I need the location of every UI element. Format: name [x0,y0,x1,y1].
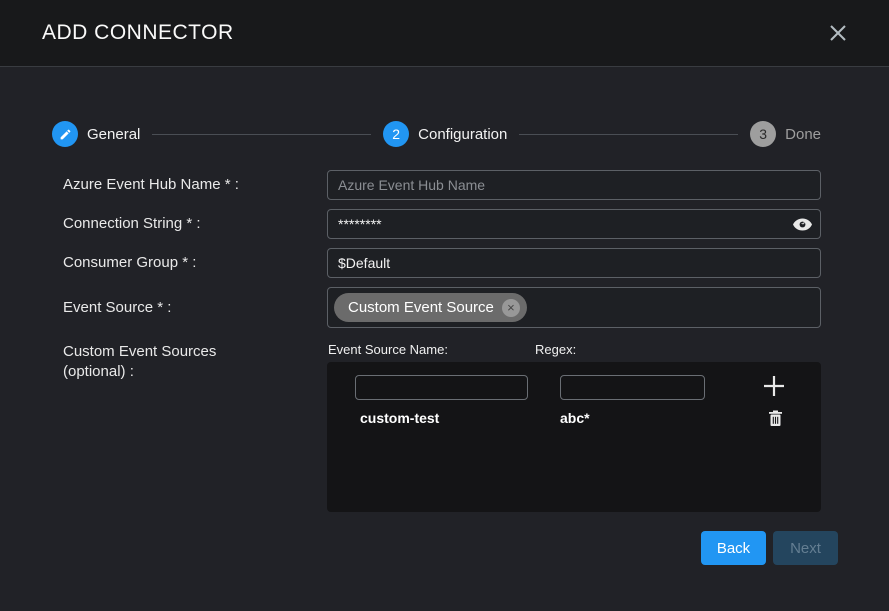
pencil-icon [52,121,78,147]
dialog-footer: Back Next [0,531,838,565]
connection-string-row: Connection String * : [63,209,821,239]
stepper-connector [519,134,738,135]
consumer-group-label: Consumer Group * : [63,253,327,273]
azure-event-hub-name-label: Azure Event Hub Name * : [63,175,327,195]
custom-event-sources-section: Event Source Name: Regex: custom-test ab… [327,342,821,512]
close-icon[interactable] [825,20,851,46]
event-source-label: Event Source * : [63,298,327,318]
step-2-badge: 2 [383,121,409,147]
trash-icon[interactable] [764,407,786,429]
consumer-group-input[interactable] [327,248,821,278]
custom-event-sources-column-headers: Event Source Name: Regex: [327,342,821,357]
new-regex-input[interactable] [560,375,705,400]
step-configuration[interactable]: 2 Configuration [383,121,507,147]
consumer-group-row: Consumer Group * : [63,248,821,278]
add-connector-dialog: ADD CONNECTOR General 2 Configuration 3 [0,0,889,611]
stepper-connector [152,134,371,135]
step-done-label: Done [785,126,821,143]
step-configuration-label: Configuration [418,126,507,143]
event-source-row: Event Source * : Custom Event Source × [63,287,821,328]
chip-remove-icon[interactable]: × [502,299,520,317]
event-source-chip: Custom Event Source × [334,293,527,322]
custom-event-source-regex-value: abc* [560,410,590,426]
wizard-stepper: General 2 Configuration 3 Done [52,121,821,147]
dialog-header: ADD CONNECTOR [0,0,889,67]
step-done: 3 Done [750,121,821,147]
azure-event-hub-name-row: Azure Event Hub Name * : [63,170,821,200]
regex-column-label: Regex: [535,342,576,357]
event-source-chip-label: Custom Event Source [348,299,494,316]
step-general[interactable]: General [52,121,140,147]
azure-event-hub-name-input[interactable] [327,170,821,200]
custom-event-sources-row: Custom Event Sources (optional) : Event … [63,342,821,512]
custom-event-source-name-value: custom-test [360,410,439,426]
connection-string-input[interactable] [327,209,821,239]
dialog-title: ADD CONNECTOR [42,21,234,45]
step-3-badge: 3 [750,121,776,147]
step-general-label: General [87,126,140,143]
add-custom-event-source-icon[interactable] [759,371,789,401]
next-button[interactable]: Next [773,531,838,565]
event-source-input[interactable]: Custom Event Source × [327,287,821,328]
event-source-name-column-label: Event Source Name: [328,342,535,357]
show-password-eye-icon[interactable] [792,214,812,234]
connector-form: Azure Event Hub Name * : Connection Stri… [0,170,889,512]
new-event-source-name-input[interactable] [355,375,528,400]
custom-event-sources-label: Custom Event Sources (optional) : [63,342,327,382]
custom-event-sources-panel: custom-test abc* [327,362,821,512]
connection-string-label: Connection String * : [63,214,327,234]
back-button[interactable]: Back [701,531,766,565]
